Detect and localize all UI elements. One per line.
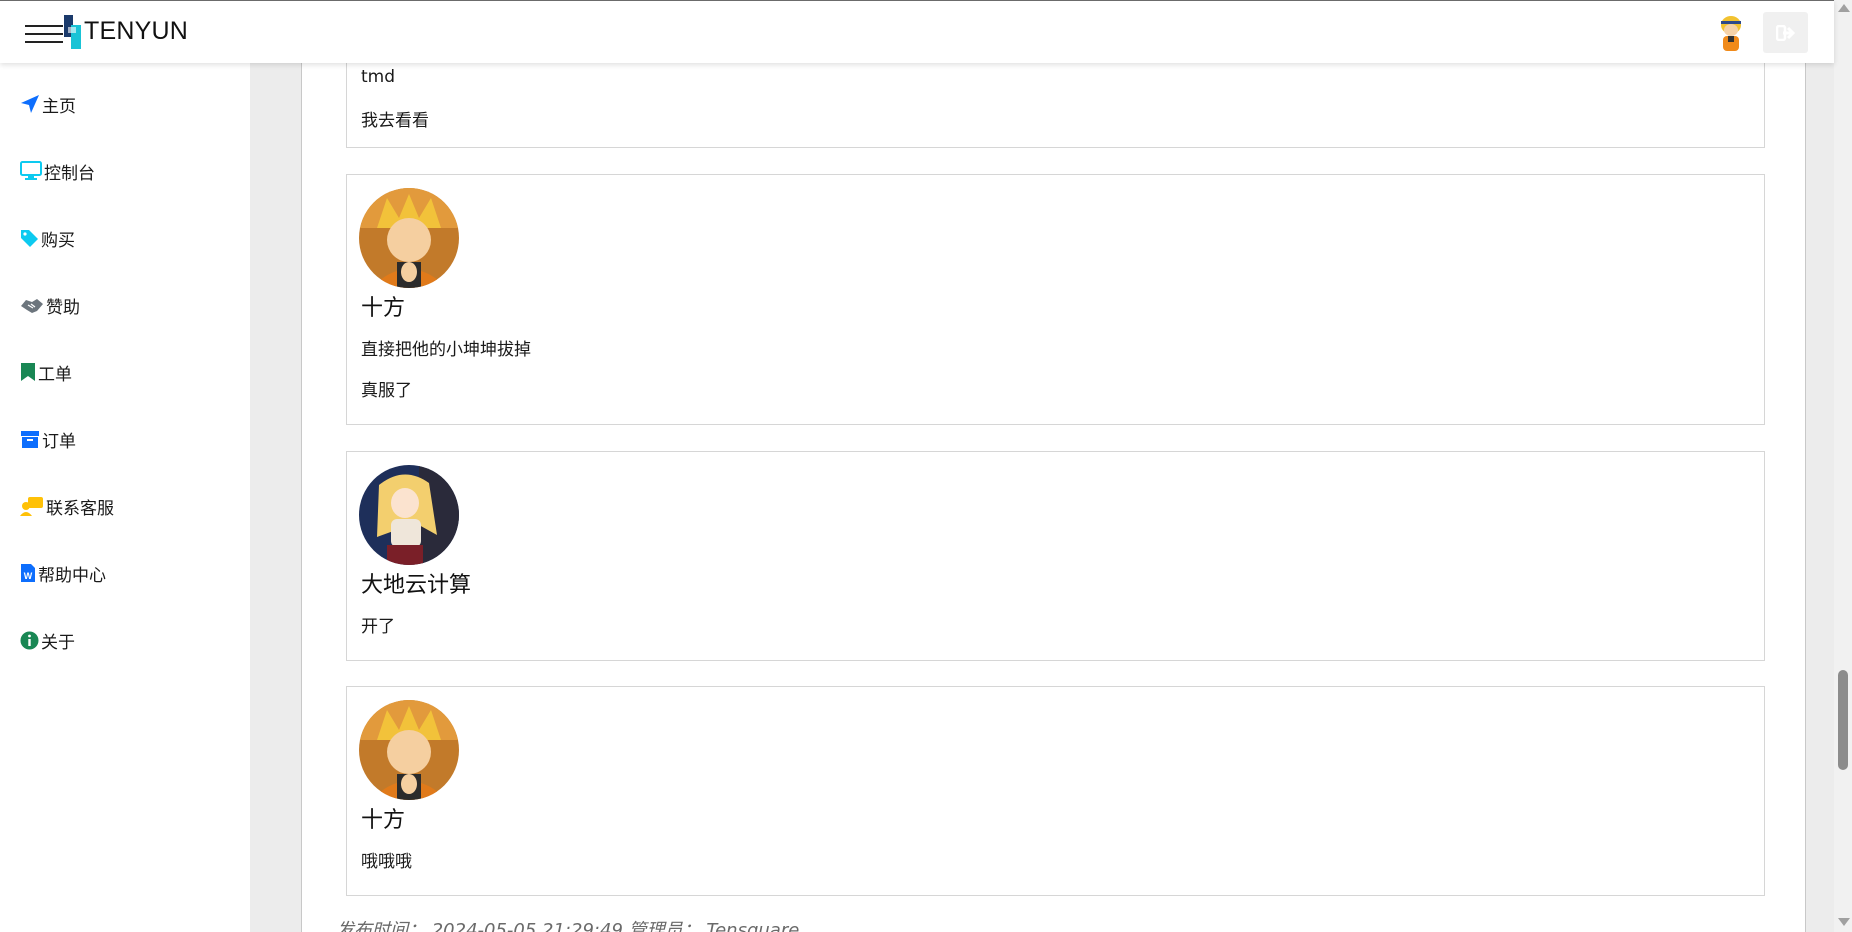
sidebar-item-ticket[interactable]: 工单 — [20, 357, 72, 387]
brand-name[interactable]: TENYUN — [84, 17, 188, 46]
sidebar-item-orders[interactable]: 订单 — [20, 424, 76, 454]
sidebar-item-label: 关于 — [41, 632, 75, 653]
sidebar-item-sponsor[interactable]: 赞助 — [20, 290, 80, 320]
top-navbar: TENYUN — [0, 0, 1834, 63]
comment-item: 十方 直接把他的小坤坤拔掉 真服了 — [346, 174, 1765, 425]
scroll-up-icon[interactable] — [1838, 4, 1850, 12]
comment-text: 开了 — [361, 617, 395, 637]
scroll-down-icon[interactable] — [1838, 918, 1850, 926]
comment-item: 大地云计算 开了 — [346, 451, 1765, 661]
archive-icon — [21, 430, 39, 448]
sidebar-item-buy[interactable]: 购买 — [20, 223, 75, 253]
anime-girl-avatar — [359, 465, 459, 565]
comment-item: 十方 哦哦哦 — [346, 686, 1765, 896]
sidebar: 主页 控制台 购买 赞助 工单 订单 联系客服 W 帮助中心 关于 — [0, 63, 250, 932]
comment-author: 大地云计算 — [361, 573, 472, 598]
comment-text: 真服了 — [361, 381, 412, 401]
bookmark-icon — [21, 363, 35, 381]
sidebar-item-console[interactable]: 控制台 — [20, 156, 95, 186]
comments-card: tmd 我去看看 十方 直接把他的小坤坤拔掉 真服了 大地云计算 开了 十方 哦… — [301, 63, 1806, 932]
tenyun-logo — [64, 15, 81, 49]
sidebar-item-about[interactable]: 关于 — [20, 625, 75, 655]
naruto-avatar — [359, 700, 459, 800]
scroll-thumb[interactable] — [1838, 670, 1848, 770]
comment-text: 哦哦哦 — [361, 852, 412, 872]
sign-out-icon — [1775, 24, 1795, 41]
comment-author: 十方 — [361, 296, 406, 321]
sidebar-item-home[interactable]: 主页 — [20, 89, 76, 119]
comment-text: 我去看看 — [361, 111, 429, 131]
sidebar-item-label: 控制台 — [44, 163, 95, 184]
sidebar-item-label: 赞助 — [46, 297, 80, 318]
sidebar-item-help-center[interactable]: W 帮助中心 — [20, 558, 106, 588]
post-meta: 发布时间： 2024-05-05 21:29:49 管理员： Tensquare — [336, 920, 800, 932]
person-chat-icon — [20, 497, 43, 516]
sidebar-item-label: 主页 — [42, 96, 76, 117]
sidebar-item-label: 订单 — [42, 431, 76, 452]
svg-text:W: W — [24, 571, 33, 581]
info-circle-icon — [20, 631, 39, 649]
monitor-icon — [20, 161, 42, 180]
user-avatar[interactable] — [1715, 15, 1747, 53]
page-scrollbar[interactable] — [1834, 0, 1852, 932]
sidebar-item-label: 联系客服 — [46, 498, 114, 519]
logout-button[interactable] — [1763, 12, 1808, 53]
menu-toggle-icon[interactable] — [25, 25, 63, 43]
comment-item: tmd 我去看看 — [346, 63, 1765, 148]
comment-text: tmd — [361, 67, 396, 87]
tag-icon — [21, 229, 38, 247]
comment-author: 十方 — [361, 808, 406, 833]
sidebar-item-label: 工单 — [38, 364, 72, 385]
location-arrow-icon — [21, 95, 39, 113]
sidebar-item-label: 帮助中心 — [38, 565, 106, 586]
sidebar-item-label: 购买 — [41, 230, 75, 251]
handshake-icon — [21, 298, 43, 313]
comment-text: 直接把他的小坤坤拔掉 — [361, 340, 531, 360]
naruto-avatar — [359, 188, 459, 288]
word-document-icon: W — [21, 564, 35, 582]
sidebar-item-contact-support[interactable]: 联系客服 — [20, 491, 114, 521]
